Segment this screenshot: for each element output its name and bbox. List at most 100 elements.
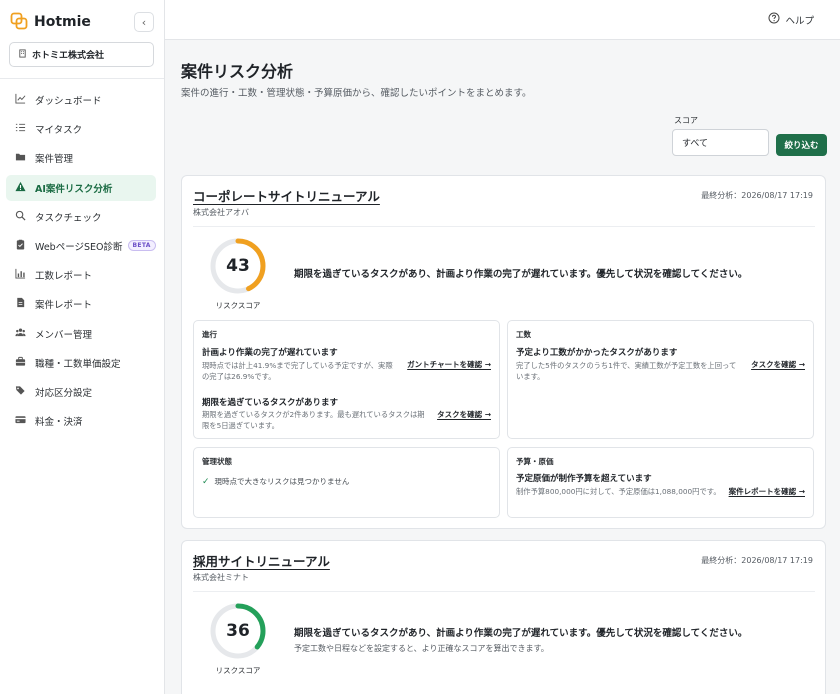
sidebar-item-project-report[interactable]: 案件レポート — [6, 291, 156, 317]
risk-score-label: リスクスコア — [215, 301, 261, 310]
sidebar-item-seo-diagnosis[interactable]: WebページSEO診断 BETA — [6, 233, 156, 259]
risk-score-gauge: 36 — [209, 602, 267, 660]
effort-panel: 工数 予定より工数がかかったタスクがあります 完了した5件のタスクのうち1件で、… — [507, 320, 814, 439]
issue-title: 予定より工数がかかったタスクがあります — [516, 348, 678, 358]
document-icon — [15, 297, 26, 311]
sidebar-nav: ダッシュボード マイタスク 案件管理 AI案件リスク分析 タスクチェック Web… — [6, 87, 156, 437]
warning-triangle-icon — [15, 181, 26, 195]
project-title-link[interactable]: コーポレートサイトリニューアル — [193, 186, 380, 205]
sidebar-item-label: WebページSEO診断 — [35, 241, 123, 253]
project-company: 株式会社アオバ — [193, 208, 249, 217]
issue-description: 制作予算800,000円に対して、予定原価は1,088,000円です。 — [516, 487, 721, 496]
credit-card-icon — [15, 414, 26, 428]
bar-chart-icon — [15, 268, 26, 282]
budget-panel: 予算・原価 予定原価が制作予算を超えています 制作予算800,000円に対して、… — [507, 447, 814, 518]
risk-note: 予定工数や日程などを設定すると、より正確なスコアを算出できます。 — [294, 644, 549, 653]
sidebar-item-label: 案件レポート — [35, 300, 93, 312]
no-risk-row: ✓ 現時点で大きなリスクは見つかりません — [202, 476, 349, 487]
briefcase-icon — [15, 356, 26, 370]
sidebar-item-my-tasks[interactable]: マイタスク — [6, 116, 156, 142]
help-label: ヘルプ — [785, 15, 814, 27]
folder-icon — [15, 151, 26, 165]
issue-title: 計画より作業の完了が遅れています — [202, 348, 338, 358]
question-circle-icon — [768, 12, 780, 27]
risk-summary: 期限を過ぎているタスクがあり、計画より作業の完了が遅れています。優先して状況を確… — [294, 269, 748, 280]
panel-category: 予算・原価 — [516, 457, 554, 466]
sidebar-item-ai-risk-analysis[interactable]: AI案件リスク分析 — [6, 174, 156, 201]
sidebar-item-members[interactable]: メンバー管理 — [6, 321, 156, 347]
sidebar-divider — [0, 78, 164, 79]
project-card: コーポレートサイトリニューアル 株式会社アオバ 最終分析：2026/08/17 … — [181, 175, 826, 529]
sidebar-item-label: ダッシュボード — [35, 96, 102, 107]
no-risk-text: 現時点で大きなリスクは見つかりません — [214, 477, 350, 486]
gantt-chart-link[interactable]: ガントチャートを確認 → — [407, 359, 491, 370]
project-report-link[interactable]: 案件レポートを確認 → — [729, 486, 805, 497]
last-analysis-date: 最終分析：2026/08/17 17:19 — [701, 556, 813, 565]
score-filter-value: すべて — [682, 139, 709, 149]
building-icon — [18, 48, 27, 61]
hotmie-logo-icon — [10, 12, 28, 33]
search-icon — [15, 210, 26, 224]
company-selector[interactable]: ホトミエ株式会社 — [9, 42, 154, 67]
page-title: 案件リスク分析 — [181, 62, 294, 81]
project-title-link[interactable]: 採用サイトリニューアル — [193, 551, 330, 570]
clipboard-check-icon — [15, 239, 26, 253]
sidebar-item-label: マイタスク — [35, 125, 83, 137]
sidebar-item-categories[interactable]: 対応区分設定 — [6, 379, 156, 405]
risk-score-gauge: 43 — [209, 237, 267, 295]
risk-score-value: 36 — [226, 621, 250, 641]
sidebar-item-label: 対応区分設定 — [35, 387, 93, 399]
project-card: 採用サイトリニューアル 株式会社ミナト 最終分析：2026/08/17 17:1… — [181, 540, 826, 694]
sidebar-item-task-check[interactable]: タスクチェック — [6, 204, 156, 230]
sidebar-item-billing[interactable]: 料金・決済 — [6, 408, 156, 434]
progress-panel: 進行 計画より作業の完了が遅れています 現時点では計上41.9%まで完了している… — [193, 320, 500, 439]
sidebar-item-label: 職種・工数単価設定 — [35, 358, 121, 370]
issue-description: 完了した5件のタスクのうち1件で、実績工数が予定工数を上回っています。 — [516, 361, 737, 381]
panel-category: 管理状態 — [202, 457, 232, 466]
risk-score-label: リスクスコア — [215, 666, 261, 675]
sidebar-item-dashboard[interactable]: ダッシュボード — [6, 87, 156, 113]
score-filter-label: スコア — [674, 116, 698, 125]
app-name: Hotmie — [34, 14, 91, 30]
tags-icon — [15, 385, 26, 399]
help-link[interactable]: ヘルプ — [768, 12, 814, 27]
sidebar-item-projects[interactable]: 案件管理 — [6, 145, 156, 171]
users-icon — [15, 327, 26, 341]
risk-score-value: 43 — [226, 256, 250, 276]
issue-title: 予定原価が制作予算を超えています — [516, 474, 652, 484]
sidebar-item-label: 案件管理 — [35, 154, 74, 166]
sidebar-collapse-button[interactable]: ‹ — [134, 12, 154, 32]
check-icon: ✓ — [202, 476, 210, 487]
issue-description: 期限を過ぎているタスクが2件あります。最も遅れているタスクは期限を5日過ぎていま… — [202, 410, 425, 430]
chart-line-icon — [15, 93, 26, 107]
brand[interactable]: Hotmie — [10, 12, 91, 32]
panel-category: 進行 — [202, 330, 217, 339]
page-description: 案件の進行・工数・管理状態・予算原価から、確認したいポイントをまとめます。 — [181, 88, 532, 99]
task-link[interactable]: タスクを確認 → — [751, 359, 805, 370]
sidebar-item-label: メンバー管理 — [35, 329, 93, 341]
issue-description: 現時点では計上41.9%まで完了している予定ですが、実際の完了は26.9%です。 — [202, 361, 393, 381]
management-panel: 管理状態 ✓ 現時点で大きなリスクは見つかりません — [193, 447, 500, 518]
score-filter-select[interactable]: すべて — [672, 129, 769, 156]
sidebar-item-label: 工数レポート — [35, 271, 93, 283]
card-divider — [193, 591, 815, 592]
sidebar-item-effort-report[interactable]: 工数レポート — [6, 262, 156, 288]
last-analysis-date: 最終分析：2026/08/17 17:19 — [701, 191, 813, 200]
sidebar: Hotmie ‹ ホトミエ株式会社 ダッシュボード マイタスク 案件管理 AI案… — [0, 0, 165, 694]
filter-button[interactable]: 絞り込む — [776, 134, 827, 156]
sidebar-item-label: 料金・決済 — [35, 417, 83, 429]
list-check-icon — [15, 122, 26, 136]
project-company: 株式会社ミナト — [193, 573, 249, 582]
chevron-left-icon: ‹ — [141, 15, 147, 29]
sidebar-item-label: AI案件リスク分析 — [35, 183, 113, 195]
task-link[interactable]: タスクを確認 → — [437, 409, 491, 420]
card-divider — [193, 226, 815, 227]
panel-category: 工数 — [516, 330, 531, 339]
beta-badge: BETA — [127, 240, 156, 252]
issue-title: 期限を過ぎているタスクがあります — [202, 398, 339, 408]
sidebar-item-label: タスクチェック — [35, 212, 102, 224]
sidebar-item-job-rates[interactable]: 職種・工数単価設定 — [6, 350, 156, 376]
topbar: ヘルプ — [165, 0, 840, 40]
risk-summary: 期限を過ぎているタスクがあり、計画より作業の完了が遅れています。優先して状況を確… — [294, 628, 748, 639]
company-name: ホトミエ株式会社 — [32, 51, 105, 61]
